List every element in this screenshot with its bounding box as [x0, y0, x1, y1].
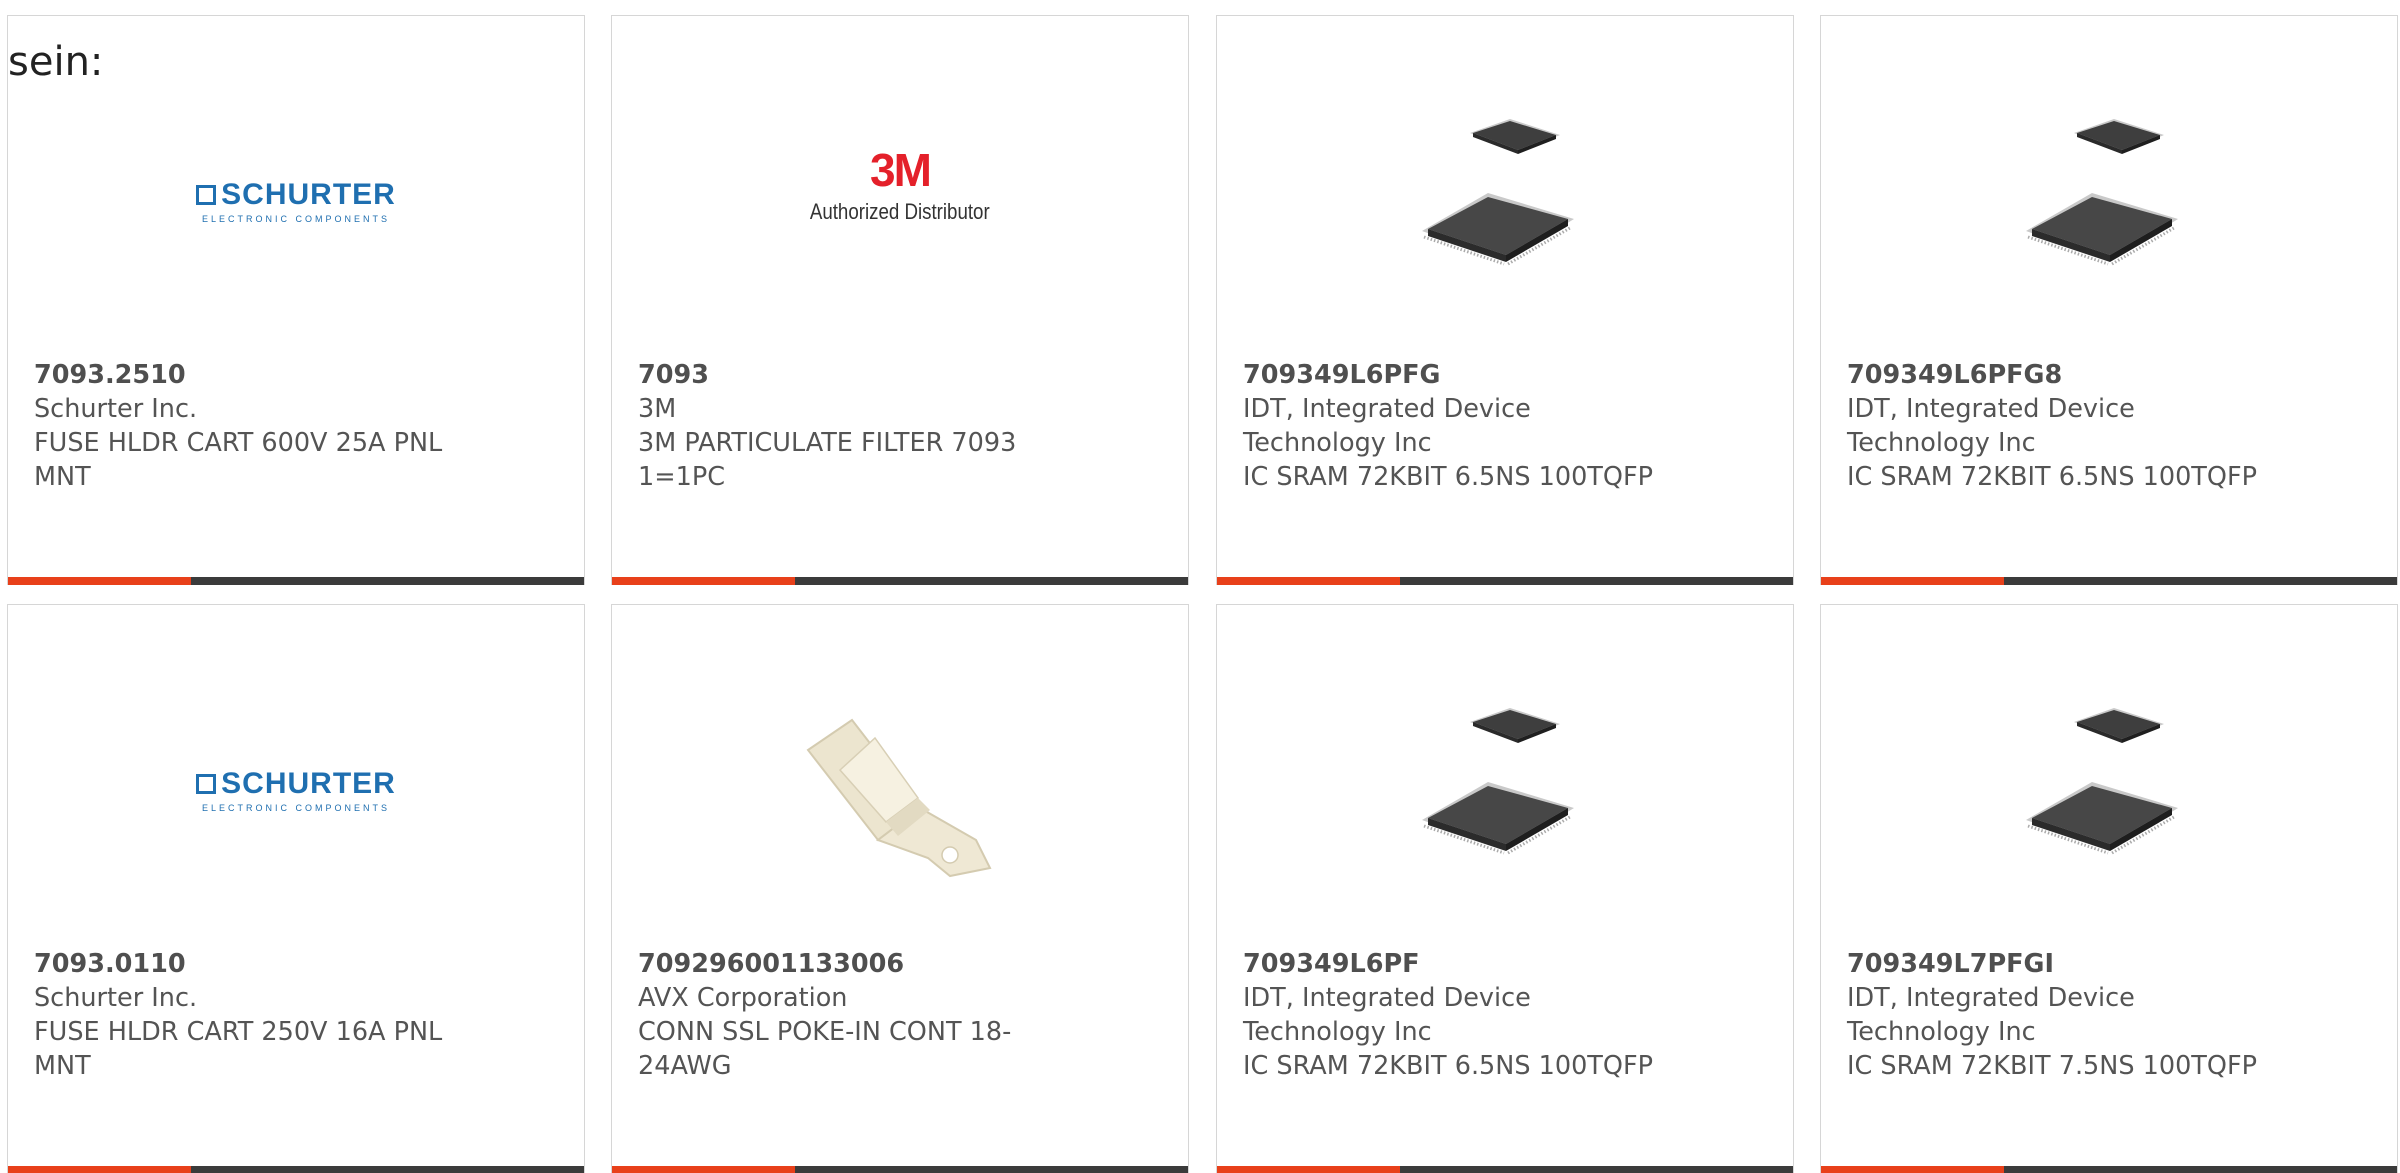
3m-logo: 3M Authorized Distributor [794, 147, 1006, 225]
schurter-mark-icon [196, 185, 217, 205]
manufacturer: AVX Corporation [638, 983, 848, 1013]
product-image[interactable] [1217, 675, 1793, 905]
product-card[interactable]: 709349L6PFG IDT, Integrated Device Techn… [1216, 15, 1794, 585]
card-bottom-bar [612, 577, 1188, 585]
contact-clip-icon [800, 690, 1000, 890]
card-bottom-bar [1217, 577, 1793, 585]
card-bottom-bar [8, 1166, 584, 1173]
description: IC SRAM 72KBIT 6.5NS 100TQFP [1847, 462, 2258, 492]
card-accent [612, 1166, 795, 1173]
product-card[interactable]: 709349L6PF IDT, Integrated Device Techno… [1216, 604, 1794, 1173]
product-image[interactable]: SCHURTER ELECTRONIC COMPONENTS [8, 86, 584, 316]
schurter-logo: SCHURTER ELECTRONIC COMPONENTS [196, 178, 396, 224]
schurter-mark-icon [196, 774, 217, 794]
manufacturer: IDT, Integrated Device Technology Inc [1243, 394, 1531, 458]
part-number-link[interactable]: 7093 [638, 358, 1068, 392]
logo-title: SCHURTER [221, 767, 396, 800]
description: IC SRAM 72KBIT 6.5NS 100TQFP [1243, 1051, 1654, 1081]
product-card[interactable]: 709296001133006 AVX Corporation CONN SSL… [611, 604, 1189, 1173]
tqfp-chip-icon [1400, 690, 1610, 890]
part-number-link[interactable]: 7093.0110 [34, 947, 464, 981]
product-info: 7093.0110 Schurter Inc. FUSE HLDR CART 2… [34, 947, 464, 1083]
card-accent [8, 1166, 191, 1173]
manufacturer: 3M [638, 394, 677, 424]
manufacturer: Schurter Inc. [34, 983, 198, 1013]
product-image[interactable] [1821, 86, 2397, 316]
product-info: 709349L6PFG8 IDT, Integrated Device Tech… [1847, 358, 2277, 494]
product-card[interactable]: 3M Authorized Distributor 7093 3M 3M PAR… [611, 15, 1189, 585]
logo-subtitle: ELECTRONIC COMPONENTS [201, 803, 390, 813]
part-number-link[interactable]: 709296001133006 [638, 947, 1068, 981]
product-info: 709349L7PFGI IDT, Integrated Device Tech… [1847, 947, 2277, 1083]
description: FUSE HLDR CART 600V 25A PNL MNT [34, 428, 443, 492]
logo-subtitle: Authorized Distributor [810, 199, 990, 224]
part-number-link[interactable]: 709349L6PFG8 [1847, 358, 2277, 392]
product-card[interactable]: SCHURTER ELECTRONIC COMPONENTS 7093.0110… [7, 604, 585, 1173]
card-bottom-bar [8, 577, 584, 585]
product-image[interactable]: SCHURTER ELECTRONIC COMPONENTS [8, 675, 584, 905]
logo-subtitle: ELECTRONIC COMPONENTS [201, 214, 390, 224]
description: IC SRAM 72KBIT 7.5NS 100TQFP [1847, 1051, 2258, 1081]
description: CONN SSL POKE-IN CONT 18-24AWG [638, 1017, 1012, 1081]
product-info: 7093.2510 Schurter Inc. FUSE HLDR CART 6… [34, 358, 464, 494]
part-number-link[interactable]: 7093.2510 [34, 358, 464, 392]
product-image[interactable] [612, 675, 1188, 905]
tqfp-chip-icon [2004, 101, 2214, 301]
logo-title: SCHURTER [221, 178, 396, 211]
card-accent [1821, 1166, 2004, 1173]
product-card[interactable]: 709349L7PFGI IDT, Integrated Device Tech… [1820, 604, 2398, 1173]
card-bottom-bar [1821, 1166, 2397, 1173]
product-image[interactable] [1217, 86, 1793, 316]
manufacturer: IDT, Integrated Device Technology Inc [1847, 394, 2135, 458]
product-card[interactable]: SCHURTER ELECTRONIC COMPONENTS 7093.2510… [7, 15, 585, 585]
part-number-link[interactable]: 709349L7PFGI [1847, 947, 2277, 981]
card-accent [1821, 577, 2004, 585]
card-accent [8, 577, 191, 585]
manufacturer: Schurter Inc. [34, 394, 198, 424]
manufacturer: IDT, Integrated Device Technology Inc [1847, 983, 2135, 1047]
description: IC SRAM 72KBIT 6.5NS 100TQFP [1243, 462, 1654, 492]
schurter-logo: SCHURTER ELECTRONIC COMPONENTS [196, 767, 396, 813]
product-card[interactable]: 709349L6PFG8 IDT, Integrated Device Tech… [1820, 15, 2398, 585]
part-number-link[interactable]: 709349L6PFG [1243, 358, 1673, 392]
card-bottom-bar [612, 1166, 1188, 1173]
product-info: 709296001133006 AVX Corporation CONN SSL… [638, 947, 1068, 1083]
card-bottom-bar [1821, 577, 2397, 585]
tqfp-chip-icon [1400, 101, 1610, 301]
product-image[interactable]: 3M Authorized Distributor [612, 86, 1188, 316]
card-bottom-bar [1217, 1166, 1793, 1173]
product-image[interactable] [1821, 675, 2397, 905]
card-accent [612, 577, 795, 585]
card-accent [1217, 1166, 1400, 1173]
part-number-link[interactable]: 709349L6PF [1243, 947, 1673, 981]
logo-title: 3M [870, 144, 932, 196]
card-accent [1217, 577, 1400, 585]
product-info: 709349L6PFG IDT, Integrated Device Techn… [1243, 358, 1673, 494]
description: 3M PARTICULATE FILTER 7093 1=1PC [638, 428, 1017, 492]
product-info: 7093 3M 3M PARTICULATE FILTER 7093 1=1PC [638, 358, 1068, 494]
manufacturer: IDT, Integrated Device Technology Inc [1243, 983, 1531, 1047]
product-info: 709349L6PF IDT, Integrated Device Techno… [1243, 947, 1673, 1083]
tqfp-chip-icon [2004, 690, 2214, 890]
stray-heading-text: sein: [8, 39, 104, 85]
description: FUSE HLDR CART 250V 16A PNL MNT [34, 1017, 443, 1081]
